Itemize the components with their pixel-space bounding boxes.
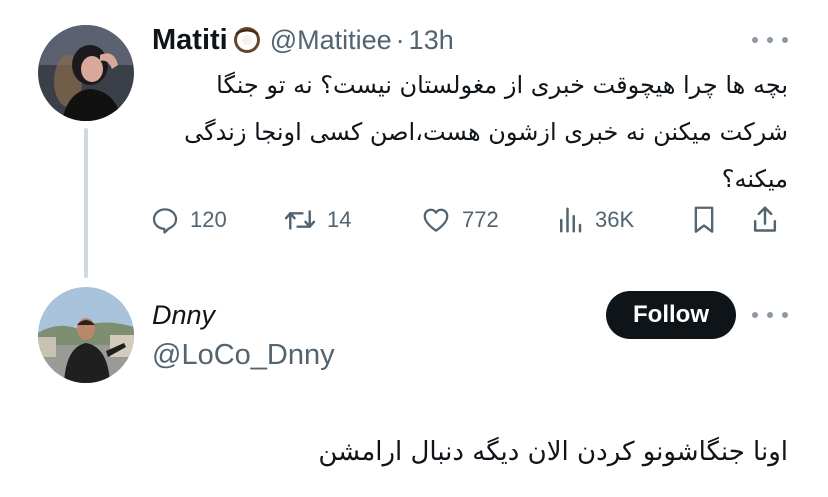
reply-icon (152, 208, 178, 234)
retweet-count: 14 (327, 207, 352, 232)
more-options-icon[interactable] (752, 308, 788, 322)
like-count: 772 (462, 207, 499, 232)
separator-dot: · (395, 24, 405, 55)
coconut-icon (232, 25, 262, 55)
retweet-button[interactable]: 14 (283, 198, 351, 242)
avatar-matiti[interactable] (38, 25, 134, 121)
timestamp[interactable]: 13h (409, 25, 454, 56)
avatar-photo (38, 287, 134, 383)
reply-count: 120 (190, 207, 227, 232)
like-button[interactable]: 772 (420, 198, 499, 242)
avatar-dnny[interactable] (38, 287, 134, 383)
avatar-photo (38, 25, 134, 121)
views-count: 36K (595, 207, 635, 232)
thread-connector-line (84, 128, 88, 278)
tweet-header: Matiti @Matitiee · 13h (152, 22, 454, 58)
reply-display-name[interactable]: Dnny (152, 300, 215, 331)
reply-user-handle[interactable]: @LoCo_Dnny (152, 339, 335, 372)
views-button[interactable]: 36K (555, 198, 634, 242)
reply-text: اونا جنگاشونو کردن الان دیگه دنبال ارامش… (318, 437, 788, 467)
share-button[interactable] (750, 198, 780, 242)
bookmark-button[interactable] (690, 198, 718, 242)
display-name[interactable]: Matiti (152, 24, 228, 57)
more-options-icon[interactable] (752, 33, 788, 47)
bookmark-icon (694, 206, 714, 233)
tweet-text: بچه ها چرا هیچوقت خبری از مغولستان نیست؟… (184, 71, 788, 193)
retweet-icon (284, 210, 316, 230)
share-icon (753, 206, 777, 232)
tweet-actions: 120 14 772 36K (150, 198, 790, 242)
views-chart-icon (560, 207, 582, 233)
follow-button[interactable]: Follow (606, 291, 736, 339)
reply-button[interactable]: 120 (150, 198, 227, 242)
user-handle[interactable]: @Matitiee (270, 25, 392, 56)
heart-icon (423, 208, 449, 232)
